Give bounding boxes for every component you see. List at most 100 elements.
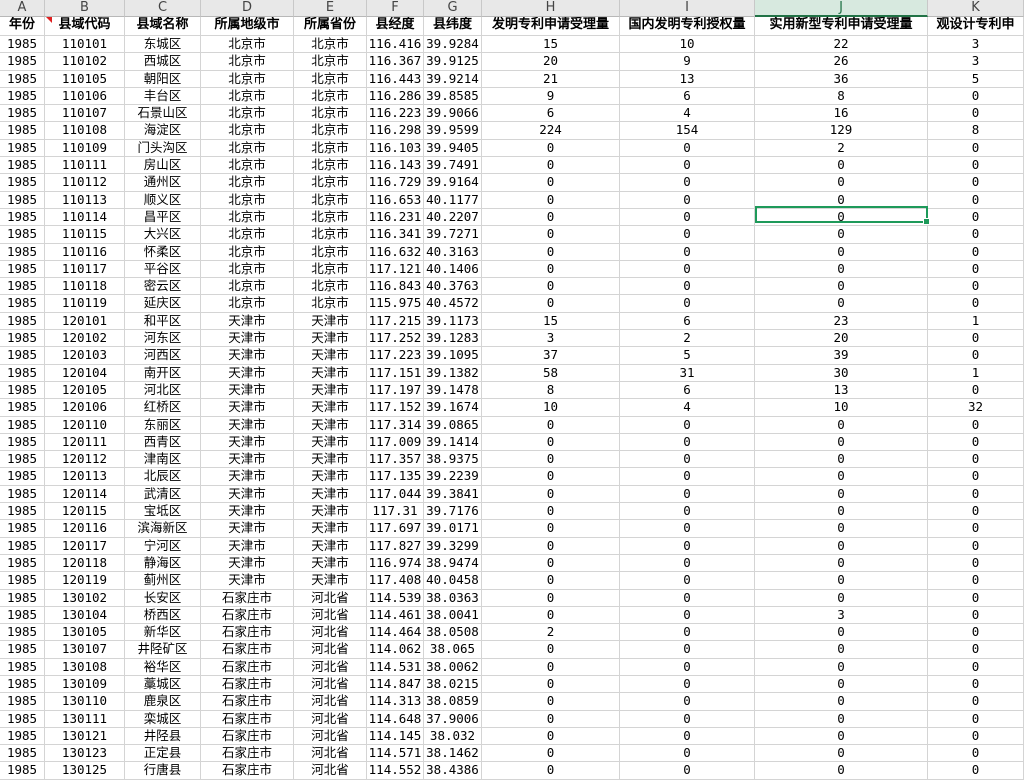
table-cell[interactable]: 北京市 [294, 70, 367, 88]
table-cell[interactable]: 0 [620, 745, 755, 763]
table-cell[interactable]: 房山区 [125, 157, 201, 175]
table-cell[interactable]: 北京市 [201, 278, 294, 296]
table-cell[interactable]: 0 [928, 589, 1024, 607]
table-cell[interactable]: 20 [482, 53, 620, 71]
table-cell[interactable]: 裕华区 [125, 658, 201, 676]
table-cell[interactable]: 正定县 [125, 745, 201, 763]
table-cell[interactable]: 大兴区 [125, 226, 201, 244]
table-cell[interactable]: 河西区 [125, 347, 201, 365]
table-cell[interactable]: 1985 [0, 537, 45, 555]
table-cell[interactable]: 天津市 [201, 520, 294, 538]
table-cell[interactable]: 0 [620, 157, 755, 175]
table-cell[interactable]: 40.4572 [424, 295, 482, 313]
table-cell[interactable]: 天津市 [201, 433, 294, 452]
table-cell[interactable]: 石家庄市 [201, 710, 294, 728]
table-cell[interactable]: 0 [755, 589, 928, 607]
table-cell[interactable]: 0 [482, 191, 620, 209]
table-cell[interactable]: 130105 [45, 624, 125, 642]
table-cell[interactable]: 北京市 [294, 295, 367, 313]
table-cell[interactable]: 0 [620, 278, 755, 296]
table-cell[interactable]: 0 [928, 745, 1024, 763]
table-cell[interactable]: 116.286 [367, 87, 424, 106]
table-cell[interactable]: 110112 [45, 174, 125, 192]
table-cell[interactable]: 北京市 [201, 87, 294, 106]
table-cell[interactable]: 0 [755, 278, 928, 296]
table-cell[interactable]: 39.1382 [424, 364, 482, 382]
table-cell[interactable]: 1985 [0, 70, 45, 88]
table-cell[interactable]: 1985 [0, 36, 45, 54]
table-cell[interactable]: 1985 [0, 762, 45, 780]
table-cell[interactable]: 河北省 [294, 624, 367, 642]
table-cell[interactable]: 石家庄市 [201, 762, 294, 780]
table-cell[interactable]: 130109 [45, 675, 125, 694]
table-cell[interactable]: 31 [620, 364, 755, 382]
table-cell[interactable]: 0 [482, 606, 620, 625]
table-cell[interactable]: 0 [482, 710, 620, 728]
table-cell[interactable]: 130104 [45, 606, 125, 625]
table-cell[interactable]: 北京市 [294, 260, 367, 279]
table-cell[interactable]: 通州区 [125, 174, 201, 192]
table-cell[interactable]: 6 [482, 105, 620, 123]
table-cell[interactable]: 0 [755, 226, 928, 244]
table-cell[interactable]: 河北省 [294, 693, 367, 711]
column-letter-k[interactable]: K [928, 0, 1024, 17]
table-cell[interactable]: 1985 [0, 87, 45, 106]
table-cell[interactable]: 天津市 [201, 572, 294, 590]
table-cell[interactable]: 0 [620, 208, 755, 227]
table-cell[interactable]: 北京市 [294, 174, 367, 192]
table-cell[interactable]: 130121 [45, 727, 125, 746]
table-cell[interactable]: 0 [620, 226, 755, 244]
table-cell[interactable]: 天津市 [294, 503, 367, 521]
table-cell[interactable]: 0 [482, 537, 620, 555]
table-cell[interactable]: 120117 [45, 537, 125, 555]
table-cell[interactable]: 22 [755, 36, 928, 54]
table-cell[interactable]: 天津市 [201, 485, 294, 504]
table-cell[interactable]: 宝坻区 [125, 503, 201, 521]
table-cell[interactable]: 天津市 [294, 347, 367, 365]
table-cell[interactable]: 0 [482, 675, 620, 694]
table-cell[interactable]: 120112 [45, 451, 125, 469]
table-cell[interactable]: 110114 [45, 208, 125, 227]
table-cell[interactable]: 石家庄市 [201, 624, 294, 642]
table-cell[interactable]: 北京市 [294, 53, 367, 71]
table-cell[interactable]: 0 [928, 624, 1024, 642]
table-cell[interactable]: 0 [482, 139, 620, 158]
table-cell[interactable]: 河北省 [294, 641, 367, 659]
table-cell[interactable]: 114.145 [367, 727, 424, 746]
column-letter-b[interactable]: B [45, 0, 125, 17]
table-cell[interactable]: 丰台区 [125, 87, 201, 106]
table-cell[interactable]: 0 [928, 347, 1024, 365]
table-cell[interactable]: 32 [928, 399, 1024, 417]
table-cell[interactable]: 39.9125 [424, 53, 482, 71]
table-cell[interactable]: 117.044 [367, 485, 424, 504]
table-cell[interactable]: 0 [928, 710, 1024, 728]
table-cell[interactable]: 40.1177 [424, 191, 482, 209]
table-cell[interactable]: 0 [620, 485, 755, 504]
table-cell[interactable]: 南开区 [125, 364, 201, 382]
table-cell[interactable]: 39.9284 [424, 36, 482, 54]
table-cell[interactable]: 1985 [0, 122, 45, 140]
table-cell[interactable]: 39.1173 [424, 312, 482, 331]
table-cell[interactable]: 116.729 [367, 174, 424, 192]
table-cell[interactable]: 0 [482, 503, 620, 521]
table-cell[interactable]: 0 [482, 745, 620, 763]
table-cell[interactable]: 110109 [45, 139, 125, 158]
table-cell[interactable]: 120104 [45, 364, 125, 382]
table-cell[interactable]: 0 [755, 624, 928, 642]
table-cell[interactable]: 0 [620, 727, 755, 746]
table-cell[interactable]: 0 [482, 416, 620, 434]
table-cell[interactable]: 0 [620, 693, 755, 711]
table-cell[interactable]: 114.062 [367, 641, 424, 659]
table-cell[interactable]: 1985 [0, 191, 45, 209]
table-cell[interactable]: 0 [620, 537, 755, 555]
table-cell[interactable]: 天津市 [294, 399, 367, 417]
table-cell[interactable]: 20 [755, 330, 928, 348]
table-cell[interactable]: 天津市 [294, 554, 367, 573]
column-letter-i[interactable]: I [620, 0, 755, 17]
table-cell[interactable]: 西城区 [125, 53, 201, 71]
table-cell[interactable]: 116.632 [367, 243, 424, 261]
table-cell[interactable]: 0 [928, 641, 1024, 659]
table-cell[interactable]: 110118 [45, 278, 125, 296]
table-cell[interactable]: 120101 [45, 312, 125, 331]
table-cell[interactable]: 38.9375 [424, 451, 482, 469]
